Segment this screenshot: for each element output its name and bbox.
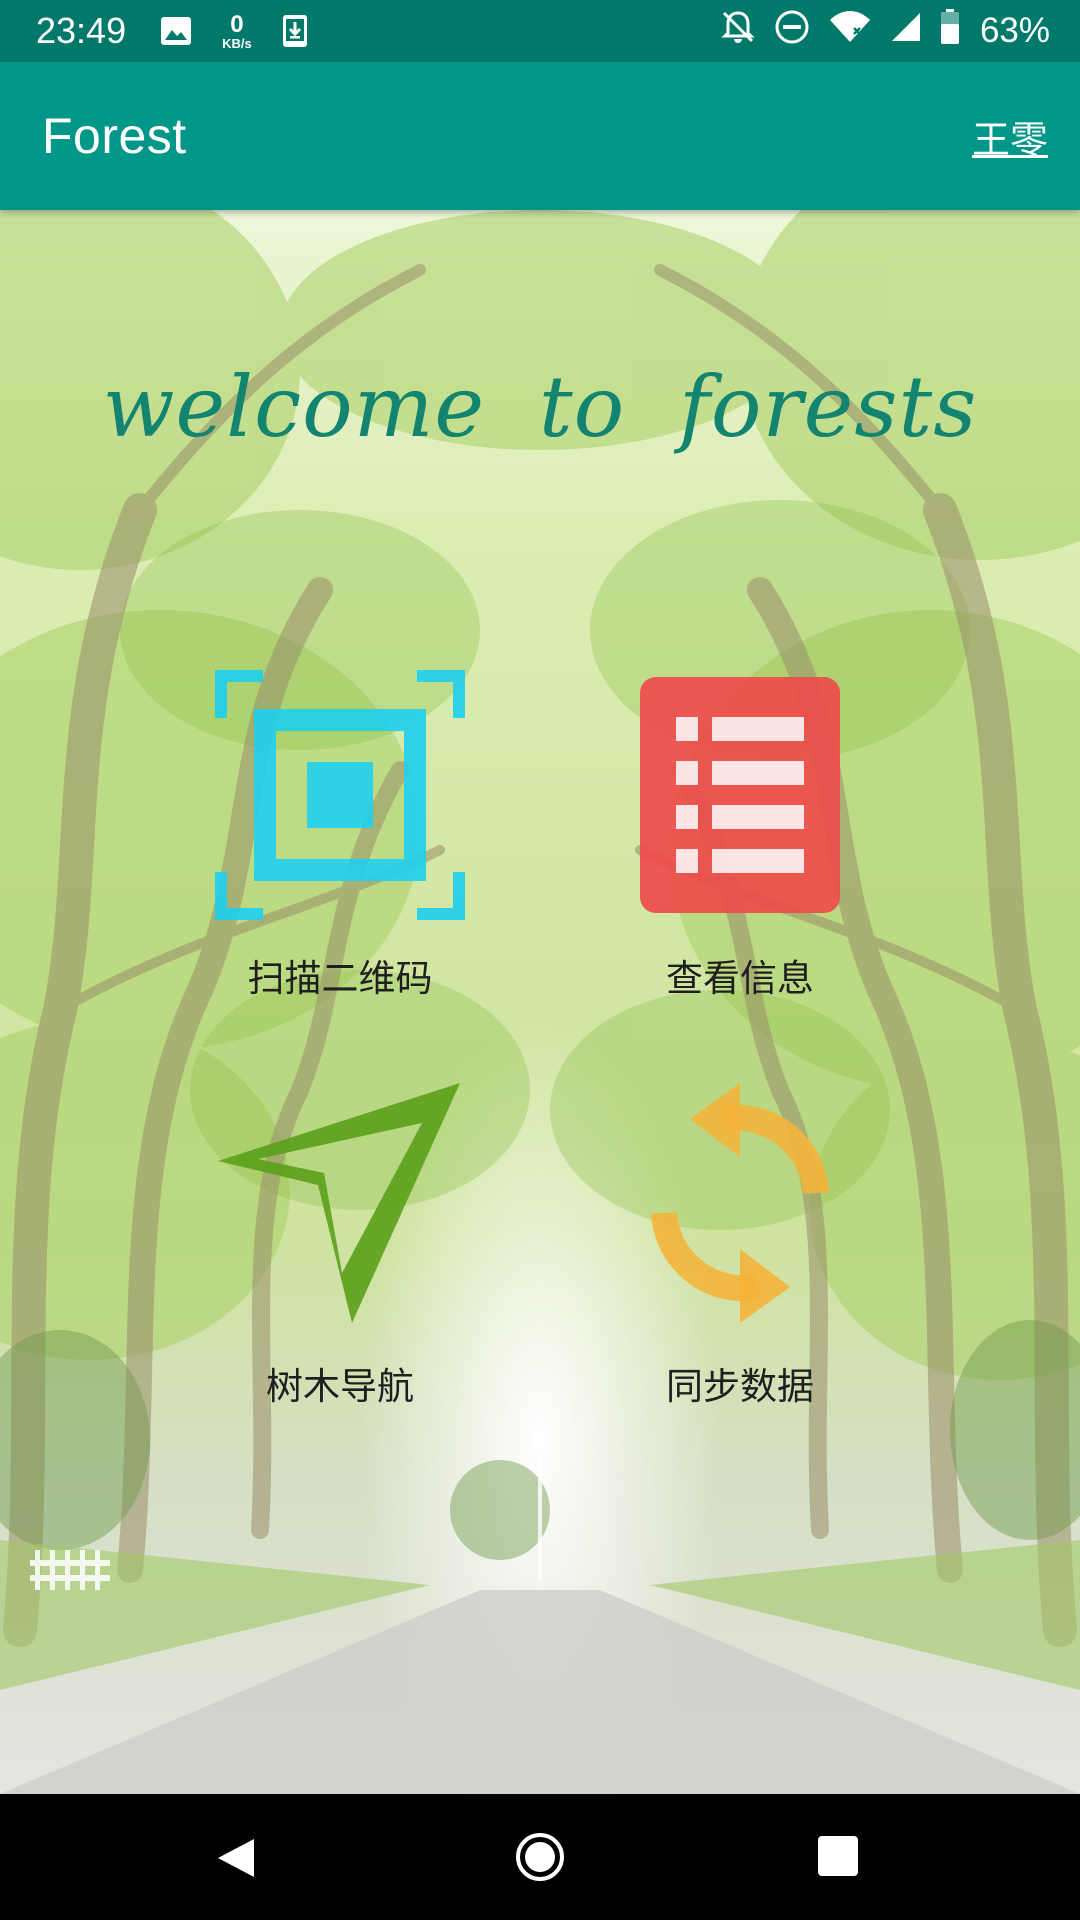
tree-navigation-label: 树木导航 [266,1365,414,1408]
battery-icon [940,8,960,54]
signal-icon [890,11,922,52]
view-info-label: 查看信息 [666,957,814,1000]
status-bar: 23:49 0 KB/s 63% [0,0,1080,62]
net-speed: 0 KB/s [222,10,252,51]
main-content: welcome to forests 扫描二维码 查看信息 树木导航 同步数据 [0,210,1080,1794]
sync-data-label: 同步数据 [666,1365,814,1408]
wifi-icon [828,10,872,53]
sync-data-tile[interactable]: 同步数据 [570,1068,910,1410]
download-icon [282,14,308,48]
net-speed-unit: KB/s [222,35,252,51]
qr-scan-icon [190,660,490,930]
navigation-bar [0,1794,1080,1920]
sync-icon [590,1068,890,1338]
recents-icon[interactable] [817,1835,859,1877]
user-name-link[interactable]: 王零 [972,109,1048,164]
app-bar: Forest 王零 [0,62,1080,210]
notifications-off-icon [720,9,756,54]
do-not-disturb-icon [774,9,810,54]
scan-qr-tile[interactable]: 扫描二维码 [170,660,510,1002]
home-icon[interactable] [514,1831,566,1883]
status-time: 23:49 [36,10,127,51]
list-info-icon [590,660,890,930]
image-icon [160,16,192,46]
navigation-arrow-icon [190,1068,490,1338]
welcome-heading: welcome to forests [102,358,978,456]
back-icon[interactable] [216,1837,256,1879]
app-title: Forest [42,108,187,164]
net-speed-value: 0 [230,10,244,38]
tree-navigation-tile[interactable]: 树木导航 [170,1068,510,1410]
view-info-tile[interactable]: 查看信息 [570,660,910,1002]
battery-percent: 63% [979,11,1050,50]
scan-qr-label: 扫描二维码 [247,957,433,1000]
